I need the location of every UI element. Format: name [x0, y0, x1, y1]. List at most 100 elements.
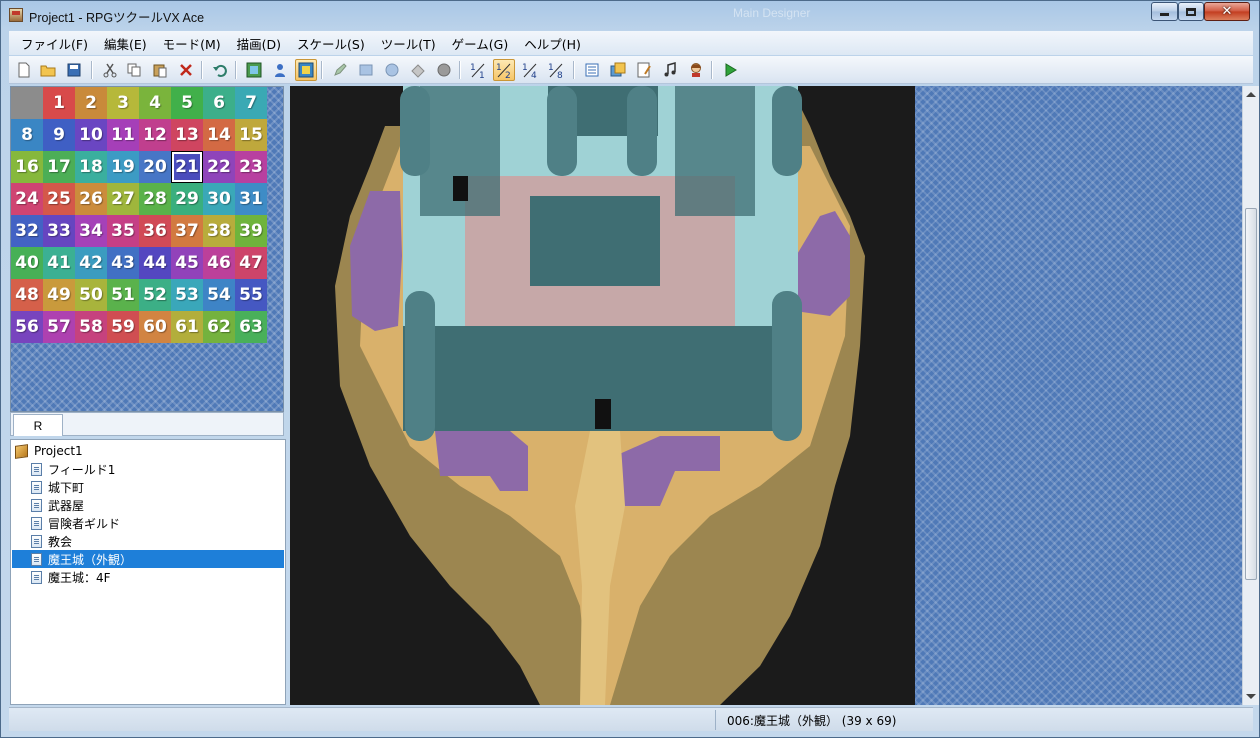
region-tile[interactable]: 59: [107, 311, 139, 343]
region-tile[interactable]: 56: [11, 311, 43, 343]
region-tile[interactable]: 18: [75, 151, 107, 183]
region-tile[interactable]: 36: [139, 215, 171, 247]
region-tile[interactable]: 40: [11, 247, 43, 279]
scroll-down-icon[interactable]: [1246, 694, 1256, 699]
scale-1-1-button[interactable]: 11: [467, 59, 489, 81]
region-tile[interactable]: 23: [235, 151, 267, 183]
region-tile[interactable]: 32: [11, 215, 43, 247]
character-generator-button[interactable]: [685, 59, 707, 81]
region-tile[interactable]: 46: [203, 247, 235, 279]
menu-game[interactable]: ゲーム(G): [444, 34, 517, 53]
region-tile[interactable]: 29: [171, 183, 203, 215]
region-tile-palette[interactable]: 1 2 3 4 5 6 7 8 9 10 11 12 13 14 15 16 17 18 19 20 21 22 23 24 2…: [10, 86, 284, 412]
region-tile[interactable]: 10: [75, 119, 107, 151]
region-mode-button[interactable]: [295, 59, 317, 81]
region-tile[interactable]: 5: [171, 87, 203, 119]
region-tile[interactable]: 45: [171, 247, 203, 279]
copy-button[interactable]: [123, 59, 145, 81]
paste-button[interactable]: [149, 59, 171, 81]
map-vertical-scrollbar[interactable]: [1242, 86, 1259, 705]
script-editor-button[interactable]: [633, 59, 655, 81]
region-tile[interactable]: 37: [171, 215, 203, 247]
map-canvas[interactable]: [290, 86, 1242, 705]
region-tile[interactable]: 26: [75, 183, 107, 215]
region-tile[interactable]: 57: [43, 311, 75, 343]
menu-mode[interactable]: モード(M): [155, 34, 229, 53]
menu-file[interactable]: ファイル(F): [13, 34, 96, 53]
region-tile[interactable]: 7: [235, 87, 267, 119]
event-mode-button[interactable]: [269, 59, 291, 81]
delete-button[interactable]: [175, 59, 197, 81]
title-bar[interactable]: Project1 - RPGツクールVX Ace Main Designer ✕: [1, 1, 1259, 31]
region-tile[interactable]: 41: [43, 247, 75, 279]
new-project-button[interactable]: [13, 59, 35, 81]
region-tile[interactable]: 33: [43, 215, 75, 247]
tree-item-map[interactable]: 魔王城（外観）: [12, 550, 284, 568]
region-tile[interactable]: 60: [139, 311, 171, 343]
region-tile[interactable]: 30: [203, 183, 235, 215]
region-tile[interactable]: 48: [11, 279, 43, 311]
region-tile[interactable]: 6: [203, 87, 235, 119]
scrollbar-thumb[interactable]: [1245, 208, 1257, 580]
region-tile[interactable]: [11, 87, 43, 119]
region-tile[interactable]: 2: [75, 87, 107, 119]
region-tile[interactable]: 15: [235, 119, 267, 151]
cut-button[interactable]: [99, 59, 121, 81]
ellipse-button[interactable]: [381, 59, 403, 81]
region-tile[interactable]: 21: [171, 151, 203, 183]
playtest-button[interactable]: [719, 59, 741, 81]
region-tile[interactable]: 54: [203, 279, 235, 311]
map-tree[interactable]: Project1 フィールド1 城下町 武器屋 冒険者ギルド 教会 魔王城（外観） 魔王城：4…: [10, 439, 286, 705]
region-tile[interactable]: 19: [107, 151, 139, 183]
region-tile[interactable]: 39: [235, 215, 267, 247]
pencil-button[interactable]: [329, 59, 351, 81]
menu-help[interactable]: ヘルプ(H): [516, 34, 589, 53]
region-tile[interactable]: 47: [235, 247, 267, 279]
region-tile[interactable]: 24: [11, 183, 43, 215]
region-tile[interactable]: 1: [43, 87, 75, 119]
region-tile[interactable]: 61: [171, 311, 203, 343]
region-tile[interactable]: 35: [107, 215, 139, 247]
scale-1-4-button[interactable]: 14: [519, 59, 541, 81]
region-tile[interactable]: 58: [75, 311, 107, 343]
scroll-up-icon[interactable]: [1246, 92, 1256, 97]
region-tile[interactable]: 25: [43, 183, 75, 215]
region-tile[interactable]: 22: [203, 151, 235, 183]
menu-scale[interactable]: スケール(S): [289, 34, 373, 53]
region-tile[interactable]: 51: [107, 279, 139, 311]
tree-item-map[interactable]: フィールド1: [12, 460, 284, 478]
region-tile[interactable]: 4: [139, 87, 171, 119]
region-tile[interactable]: 62: [203, 311, 235, 343]
region-tile[interactable]: 44: [139, 247, 171, 279]
region-tile[interactable]: 63: [235, 311, 267, 343]
region-tile[interactable]: 3: [107, 87, 139, 119]
region-tile[interactable]: 14: [203, 119, 235, 151]
undo-button[interactable]: [209, 59, 231, 81]
rectangle-button[interactable]: [355, 59, 377, 81]
menu-tools[interactable]: ツール(T): [373, 34, 444, 53]
menu-edit[interactable]: 編集(E): [96, 34, 155, 53]
region-tile[interactable]: 28: [139, 183, 171, 215]
region-tile[interactable]: 34: [75, 215, 107, 247]
scale-1-2-button[interactable]: 12: [493, 59, 515, 81]
region-tile[interactable]: 49: [43, 279, 75, 311]
region-tile[interactable]: 52: [139, 279, 171, 311]
tree-item-map[interactable]: 教会: [12, 532, 284, 550]
scale-1-8-button[interactable]: 18: [545, 59, 567, 81]
shadow-pen-button[interactable]: [433, 59, 455, 81]
region-tile[interactable]: 43: [107, 247, 139, 279]
minimize-button[interactable]: [1151, 2, 1178, 21]
region-tile[interactable]: 27: [107, 183, 139, 215]
tree-item-map[interactable]: 城下町: [12, 478, 284, 496]
region-tile[interactable]: 38: [203, 215, 235, 247]
region-tile[interactable]: 12: [139, 119, 171, 151]
region-tile[interactable]: 8: [11, 119, 43, 151]
tree-root-project[interactable]: Project1: [12, 442, 284, 460]
tab-r[interactable]: R: [13, 414, 63, 436]
region-tile[interactable]: 20: [139, 151, 171, 183]
region-tile[interactable]: 16: [11, 151, 43, 183]
maximize-button[interactable]: [1178, 2, 1204, 21]
tree-item-map[interactable]: 武器屋: [12, 496, 284, 514]
fill-button[interactable]: [407, 59, 429, 81]
database-button[interactable]: [581, 59, 603, 81]
